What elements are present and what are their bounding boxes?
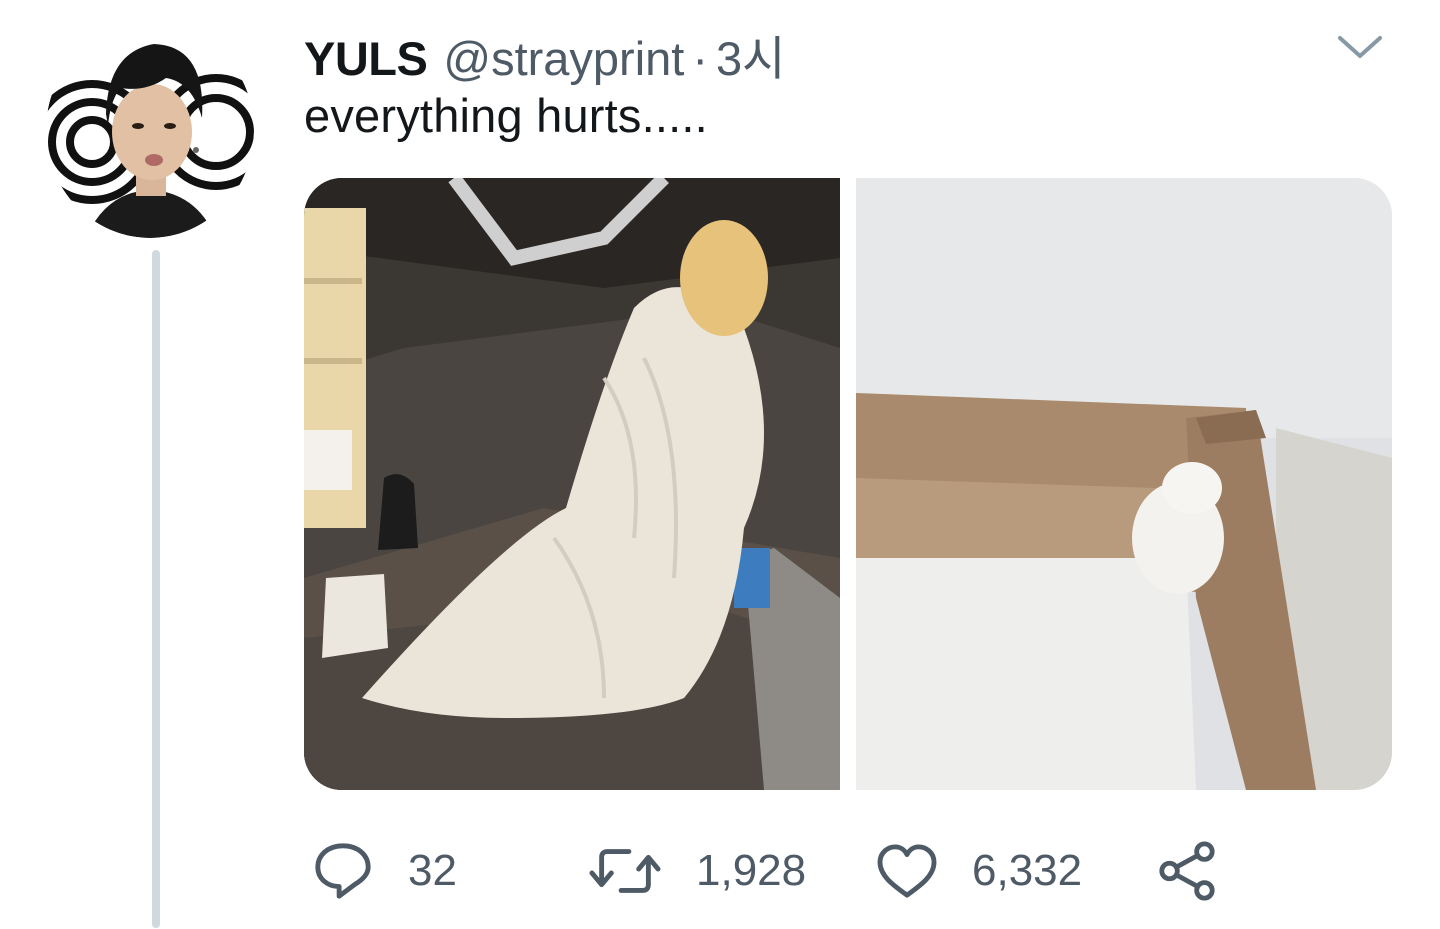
like-button[interactable]: 6,332 [876, 836, 1082, 906]
retweet-icon [589, 849, 661, 893]
reply-count: 32 [408, 846, 457, 895]
media-photo-1[interactable] [304, 178, 840, 790]
like-count: 6,332 [972, 846, 1083, 895]
reply-button[interactable]: 32 [312, 836, 457, 906]
share-button[interactable] [1156, 836, 1218, 906]
avatar[interactable] [46, 22, 254, 238]
user-handle[interactable]: @strayprint [443, 31, 684, 86]
tweet-text: everything hurts..... [304, 89, 708, 142]
timestamp[interactable]: 3시 [716, 20, 785, 89]
share-icon [1159, 841, 1215, 901]
action-bar: 32 1,928 6,332 [304, 836, 1440, 906]
heart-icon [877, 844, 937, 898]
thread-line [152, 250, 160, 928]
separator-dot: · [692, 32, 709, 85]
retweet-button[interactable]: 1,928 [588, 836, 806, 906]
display-name[interactable]: YULS [304, 31, 428, 86]
retweet-count: 1,928 [696, 846, 807, 895]
chevron-down-icon[interactable] [1336, 26, 1384, 66]
reply-icon [315, 843, 371, 899]
tweet-header: YULS @strayprint · 3시 [304, 20, 785, 85]
media-photo-2[interactable] [856, 178, 1392, 790]
